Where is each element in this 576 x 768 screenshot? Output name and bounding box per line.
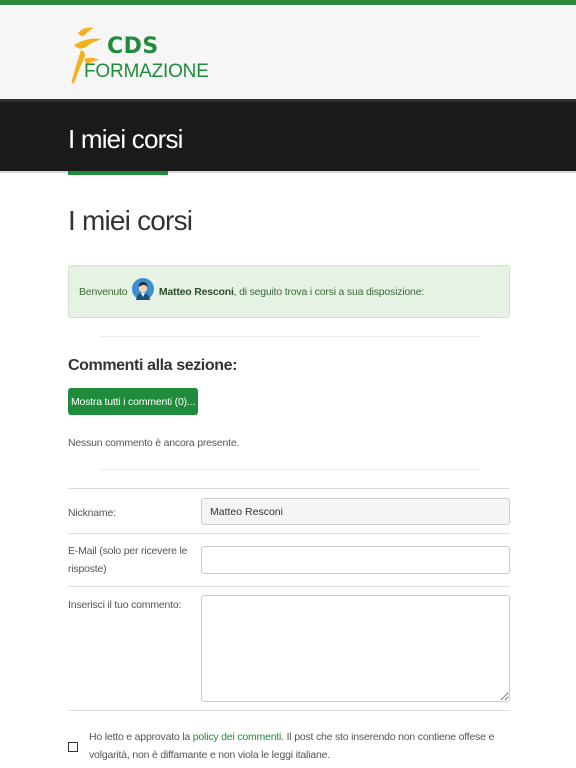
page-banner: I miei corsi [0, 99, 576, 171]
user-avatar-icon [132, 278, 155, 300]
email-field[interactable] [201, 546, 510, 574]
no-comments-text: Nessun commento è ancora presente. [68, 437, 240, 449]
site-logo[interactable]: CDS FORMAZIONE [68, 23, 209, 89]
page-title: I miei corsi [68, 205, 193, 236]
comment-label: Inserisci il tuo commento: [68, 599, 182, 611]
show-all-comments-button[interactable]: Mostra tutti i commenti (0)... [68, 388, 198, 415]
banner-accent-bar [68, 171, 168, 175]
consent-text: Ho letto e approvato la policy dei comme… [89, 728, 509, 764]
consent-checkbox[interactable] [68, 742, 78, 752]
section-divider [100, 469, 480, 470]
comments-policy-link[interactable]: policy dei commenti [193, 731, 282, 743]
form-row-divider [68, 488, 510, 489]
nickname-field[interactable] [201, 498, 510, 525]
welcome-message: Benvenuto Matteo Resconi, di seguito tro… [79, 278, 425, 300]
nickname-label: Nickname: [68, 507, 116, 519]
welcome-suffix: , di seguito trova i corsi a sua disposi… [233, 285, 425, 298]
logo-cds-text: CDS [107, 34, 159, 59]
logo-formazione-text: FORMAZIONE [84, 61, 209, 82]
comments-heading: Commenti alla sezione: [68, 357, 238, 374]
welcome-prefix: Benvenuto [79, 285, 128, 298]
form-row-divider [68, 586, 510, 587]
form-row-divider [68, 533, 510, 534]
consent-prefix: Ho letto e approvato la [89, 731, 193, 743]
welcome-user-name: Matteo Resconi [158, 285, 234, 298]
email-label: E-Mail (solo per ricevere le risposte) [68, 545, 188, 575]
section-divider [100, 336, 480, 337]
banner-title: I miei corsi [68, 124, 183, 154]
form-row-divider [68, 710, 510, 711]
welcome-alert: Benvenuto Matteo Resconi, di seguito tro… [68, 265, 510, 318]
site-header: CDS FORMAZIONE [0, 5, 576, 99]
comment-textarea[interactable] [201, 595, 510, 702]
